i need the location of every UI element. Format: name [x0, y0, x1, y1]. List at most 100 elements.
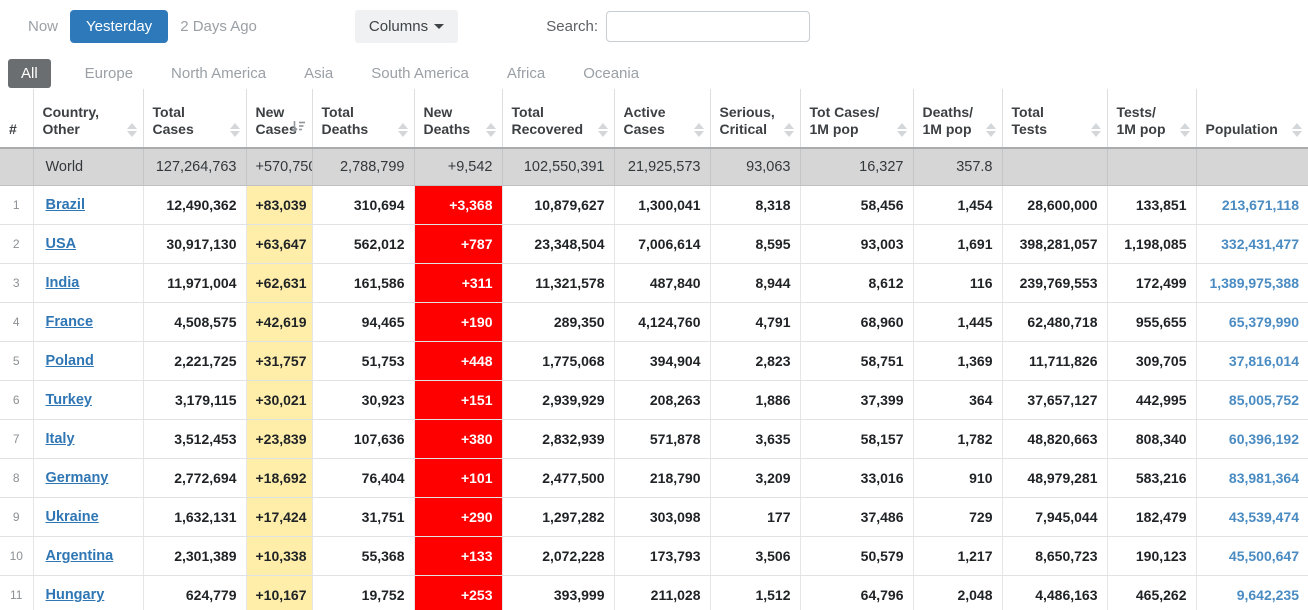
- country-link[interactable]: Germany: [46, 470, 109, 486]
- header-label-line2: Deaths: [322, 121, 408, 138]
- cell-serious-critical: 1,886: [710, 380, 800, 419]
- cell-deaths-1m: 1,445: [913, 302, 1002, 341]
- cell-population: 45,500,647: [1196, 536, 1308, 575]
- cell-total-deaths: 562,012: [312, 224, 414, 263]
- country-link[interactable]: Ukraine: [46, 509, 99, 525]
- cell-rank: 3: [0, 263, 33, 302]
- cell-tot-cases-1m: 58,751: [800, 341, 913, 380]
- cell-country: World: [33, 148, 143, 185]
- cell-deaths-1m: 2,048: [913, 575, 1002, 610]
- cell-country: USA: [33, 224, 143, 263]
- column-header-total-cases[interactable]: TotalCases: [143, 89, 246, 148]
- cell-serious-critical: 8,318: [710, 185, 800, 224]
- tab-asia[interactable]: Asia: [292, 59, 345, 88]
- cell-deaths-1m: 910: [913, 458, 1002, 497]
- country-link[interactable]: Argentina: [46, 548, 114, 564]
- column-header-new-cases[interactable]: NewCases: [246, 89, 312, 148]
- cell-tests-1m: 1,198,085: [1107, 224, 1196, 263]
- tab-oceania[interactable]: Oceania: [571, 59, 651, 88]
- country-link[interactable]: Hungary: [46, 587, 105, 603]
- header-label-line1: Total: [153, 104, 240, 121]
- search-input[interactable]: [606, 11, 810, 42]
- cell-total-recovered: 2,477,500: [502, 458, 614, 497]
- cell-tests-1m: 583,216: [1107, 458, 1196, 497]
- header-label-line2: 1M pop: [810, 121, 907, 138]
- search-label: Search:: [546, 18, 598, 35]
- cell-rank: 5: [0, 341, 33, 380]
- cell-rank: 2: [0, 224, 33, 263]
- column-header-deaths-1m-pop[interactable]: Deaths/1M pop: [913, 89, 1002, 148]
- cell-total-recovered: 10,879,627: [502, 185, 614, 224]
- toolbar: Now Yesterday 2 Days Ago Columns Search:: [0, 0, 1308, 48]
- column-header-population[interactable]: Population: [1196, 89, 1308, 148]
- columns-dropdown-button[interactable]: Columns: [355, 10, 458, 43]
- cell-new-deaths: +380: [414, 419, 502, 458]
- cell-total-tests: 7,945,044: [1002, 497, 1107, 536]
- cell-total-tests: 4,486,163: [1002, 575, 1107, 610]
- country-link[interactable]: Brazil: [46, 197, 86, 213]
- now-button[interactable]: Now: [16, 11, 70, 42]
- country-link[interactable]: Poland: [46, 353, 94, 369]
- cell-tot-cases-1m: 50,579: [800, 536, 913, 575]
- column-header-tests-1m-pop[interactable]: Tests/1M pop: [1107, 89, 1196, 148]
- column-header-total-deaths[interactable]: TotalDeaths: [312, 89, 414, 148]
- header-label-line2: Cases: [624, 121, 704, 138]
- cell-total-tests: 48,820,663: [1002, 419, 1107, 458]
- cell-tests-1m: [1107, 148, 1196, 185]
- cell-tests-1m: 133,851: [1107, 185, 1196, 224]
- table-row-brazil: 1Brazil12,490,362+83,039310,694+3,36810,…: [0, 185, 1308, 224]
- two-days-ago-button[interactable]: 2 Days Ago: [168, 11, 269, 42]
- tab-europe[interactable]: Europe: [73, 59, 145, 88]
- column-header-tot-cases-1m-pop[interactable]: Tot Cases/1M pop: [800, 89, 913, 148]
- country-link[interactable]: France: [46, 314, 94, 330]
- cell-tests-1m: 442,995: [1107, 380, 1196, 419]
- country-link[interactable]: Italy: [46, 431, 75, 447]
- cell-active-cases: 571,878: [614, 419, 710, 458]
- cell-new-deaths: +101: [414, 458, 502, 497]
- cell-total-tests: 28,600,000: [1002, 185, 1107, 224]
- cell-total-cases: 11,971,004: [143, 263, 246, 302]
- cell-active-cases: 4,124,760: [614, 302, 710, 341]
- cell-deaths-1m: 1,691: [913, 224, 1002, 263]
- table-row-germany: 8Germany2,772,694+18,69276,404+1012,477,…: [0, 458, 1308, 497]
- sort-arrows-icon: [398, 116, 408, 137]
- tab-south-america[interactable]: South America: [359, 59, 481, 88]
- cell-serious-critical: 3,635: [710, 419, 800, 458]
- continent-tabs: All Europe North America Asia South America A…: [8, 58, 1308, 89]
- cell-population: 65,379,990: [1196, 302, 1308, 341]
- column-header-total-tests[interactable]: TotalTests: [1002, 89, 1107, 148]
- column-header-active-cases[interactable]: ActiveCases: [614, 89, 710, 148]
- cell-population: 332,431,477: [1196, 224, 1308, 263]
- covid-stats-table: #Country,OtherTotalCasesNewCasesTotalDea…: [0, 89, 1308, 610]
- column-header-new-deaths[interactable]: NewDeaths: [414, 89, 502, 148]
- column-header-serious-critical[interactable]: Serious,Critical: [710, 89, 800, 148]
- country-link[interactable]: USA: [46, 236, 77, 252]
- cell-new-cases: +23,839: [246, 419, 312, 458]
- cell-total-deaths: 94,465: [312, 302, 414, 341]
- cell-tot-cases-1m: 64,796: [800, 575, 913, 610]
- cell-total-cases: 3,179,115: [143, 380, 246, 419]
- tab-africa[interactable]: Africa: [495, 59, 557, 88]
- cell-serious-critical: 8,595: [710, 224, 800, 263]
- country-link[interactable]: Turkey: [46, 392, 92, 408]
- sort-arrows-icon: [986, 116, 996, 137]
- cell-total-deaths: 51,753: [312, 341, 414, 380]
- sort-arrows-icon: [784, 116, 794, 137]
- cell-total-recovered: 2,072,228: [502, 536, 614, 575]
- column-header-total-recovered[interactable]: TotalRecovered: [502, 89, 614, 148]
- cell-country: France: [33, 302, 143, 341]
- sort-arrows-icon: [1180, 116, 1190, 137]
- tab-north-america[interactable]: North America: [159, 59, 278, 88]
- cell-total-cases: 12,490,362: [143, 185, 246, 224]
- yesterday-button[interactable]: Yesterday: [70, 10, 168, 43]
- cell-total-cases: 30,917,130: [143, 224, 246, 263]
- cell-new-cases: +63,647: [246, 224, 312, 263]
- cell-population: 43,539,474: [1196, 497, 1308, 536]
- cell-new-deaths: +448: [414, 341, 502, 380]
- cell-total-tests: 11,711,826: [1002, 341, 1107, 380]
- cell-tot-cases-1m: 58,157: [800, 419, 913, 458]
- tab-all[interactable]: All: [8, 59, 51, 88]
- header-label-line1: [9, 104, 27, 121]
- country-link[interactable]: India: [46, 275, 80, 291]
- column-header-country-other[interactable]: Country,Other: [33, 89, 143, 148]
